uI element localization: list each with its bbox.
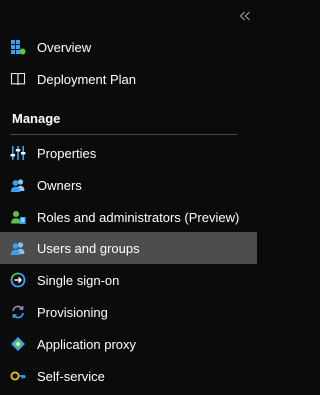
nav-item-users-groups[interactable]: Users and groups <box>0 232 257 264</box>
nav-item-label: Overview <box>37 39 92 55</box>
nav-item-label: Roles and administrators (Preview) <box>37 209 240 225</box>
section-divider <box>10 134 237 135</box>
nav-item-overview[interactable]: Overview <box>0 31 257 63</box>
nav-item-label: Owners <box>37 177 82 193</box>
nav-item-label: Single sign-on <box>37 272 120 288</box>
collapse-sidebar-button[interactable] <box>237 9 253 25</box>
application-proxy-icon <box>10 336 26 352</box>
nav-item-deployment-plan[interactable]: Deployment Plan <box>0 63 257 95</box>
nav-item-label: Self-service <box>37 368 105 384</box>
properties-sliders-icon <box>10 145 26 161</box>
nav-item-label: Application proxy <box>37 336 136 352</box>
nav-item-label: Users and groups <box>37 240 140 256</box>
nav-item-label: Properties <box>37 145 97 161</box>
self-service-key-icon <box>10 368 26 384</box>
provisioning-sync-icon <box>10 304 26 320</box>
book-icon <box>10 71 26 87</box>
nav-item-label: Deployment Plan <box>37 71 136 87</box>
nav-item-provisioning[interactable]: Provisioning <box>0 296 257 328</box>
overview-grid-icon <box>10 39 26 55</box>
double-chevron-left-icon <box>239 8 251 26</box>
nav-item-self-service[interactable]: Self-service <box>0 360 257 392</box>
roles-admin-icon <box>10 209 26 225</box>
section-header-manage: Manage <box>12 111 61 126</box>
nav-item-application-proxy[interactable]: Application proxy <box>0 328 257 360</box>
users-groups-icon <box>10 240 26 256</box>
single-sign-on-icon <box>10 272 26 288</box>
nav-item-properties[interactable]: Properties <box>0 137 257 169</box>
owners-people-icon <box>10 177 26 193</box>
nav-item-single-sign-on[interactable]: Single sign-on <box>0 264 257 296</box>
nav-item-owners[interactable]: Owners <box>0 169 257 201</box>
nav-item-roles-administrators[interactable]: Roles and administrators (Preview) <box>0 201 257 233</box>
nav-item-label: Provisioning <box>37 304 108 320</box>
